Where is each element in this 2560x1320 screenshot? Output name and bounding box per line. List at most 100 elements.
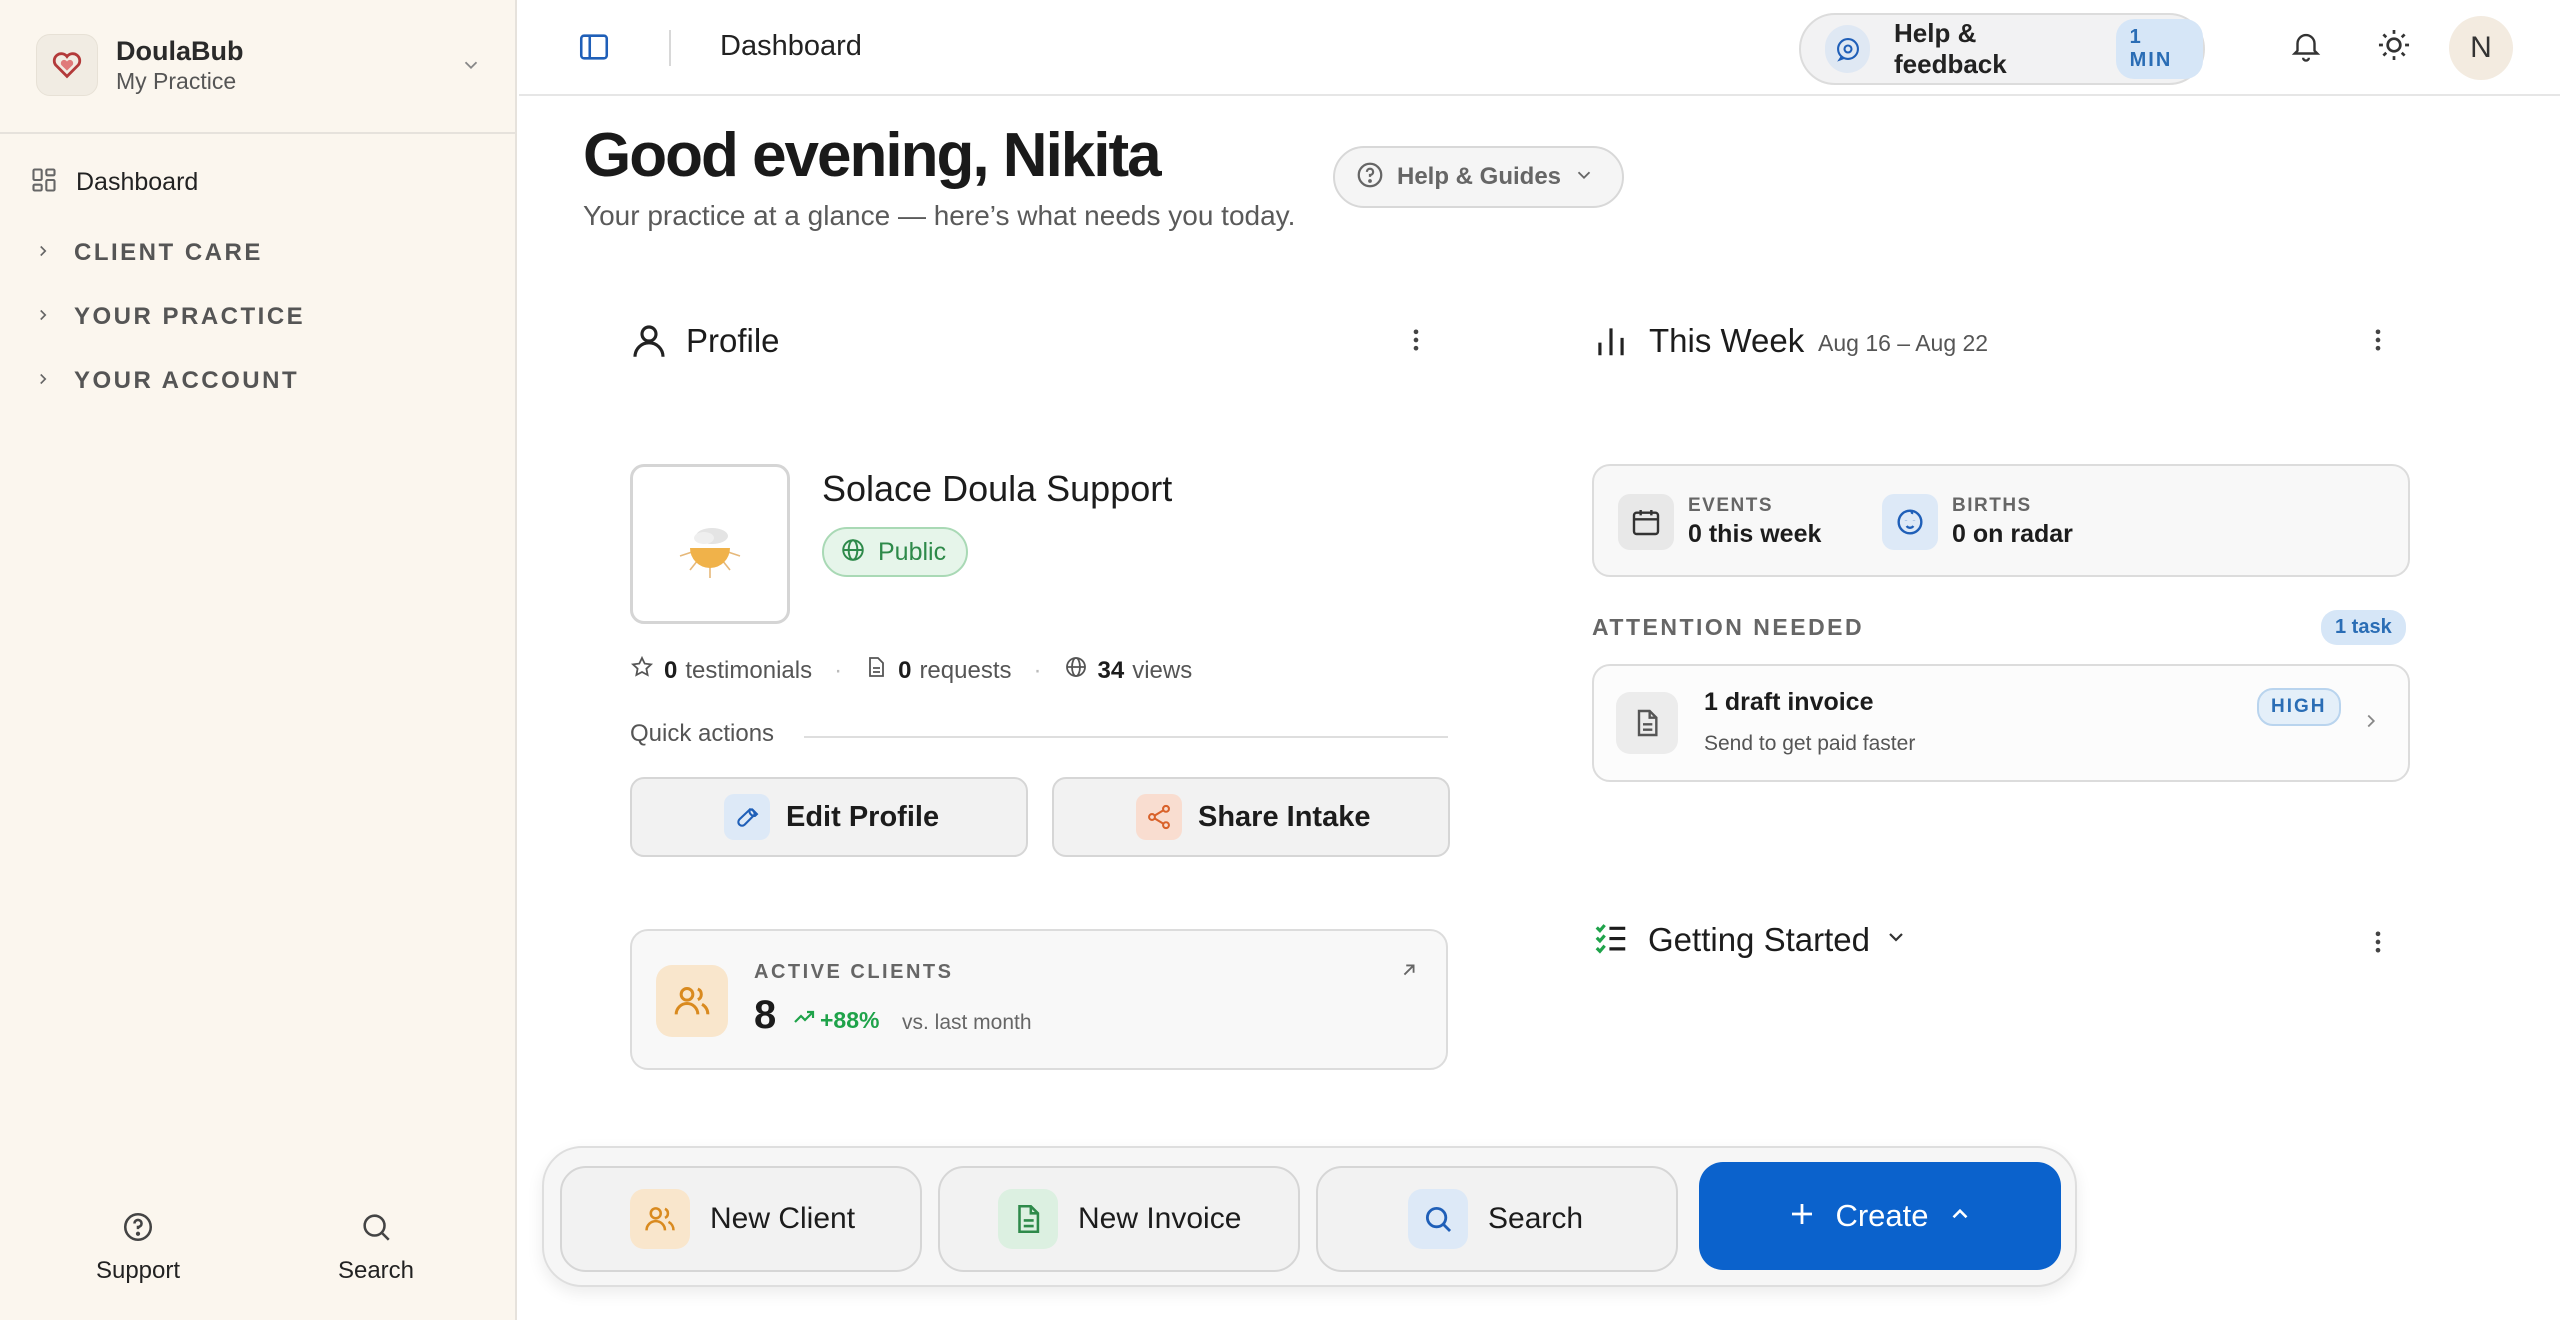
chevron-right-icon [34, 242, 52, 265]
week-summary: EVENTS 0 this week BIRTHS 0 on radar [1592, 464, 2410, 577]
sidebar-section-client-care[interactable]: CLIENT CARE [34, 233, 263, 273]
share-intake-button[interactable]: Share Intake [1052, 777, 1450, 857]
events-value: 0 this week [1688, 520, 1822, 548]
create-button[interactable]: Create [1699, 1162, 2061, 1270]
invoice-icon [998, 1189, 1058, 1249]
avatar[interactable]: N [2449, 16, 2513, 80]
search-icon [359, 1214, 393, 1248]
births-value: 0 on radar [1952, 520, 2073, 548]
quick-actions-divider [804, 736, 1448, 738]
help-guides-dropdown[interactable]: Help & Guides [1333, 146, 1624, 208]
visibility-badge[interactable]: Public [822, 527, 969, 577]
task-subtitle: Send to get paid faster [1704, 732, 1916, 755]
this-week-title: This Week [1649, 322, 1805, 359]
calendar-icon [1618, 494, 1674, 550]
document-icon [1616, 692, 1678, 754]
users-icon [630, 1189, 690, 1249]
topbar-divider [669, 30, 671, 66]
chat-help-icon [1825, 25, 1870, 73]
chevron-down-icon [1573, 164, 1595, 191]
new-invoice-label: New Invoice [1078, 1202, 1242, 1235]
this-week-more-icon[interactable] [2364, 322, 2392, 363]
task-count-badge: 1 task [2321, 610, 2406, 645]
profile-logo [630, 464, 790, 624]
chevron-right-icon [34, 306, 52, 329]
create-label: Create [1835, 1198, 1929, 1233]
views-count: 34 [1097, 656, 1125, 684]
chevron-right-icon [2360, 708, 2382, 739]
users-icon [656, 965, 728, 1037]
chevron-down-icon [1884, 925, 1908, 954]
support-label: Support [95, 1257, 181, 1284]
draft-invoice-task[interactable]: 1 draft invoice Send to get paid faster … [1592, 664, 2410, 782]
arrow-up-right-icon [1398, 959, 1420, 986]
active-clients-card[interactable]: ACTIVE CLIENTS 8 +88% vs. last month [630, 929, 1448, 1070]
star-icon [630, 655, 654, 686]
help-feedback-button[interactable]: Help & feedback 1 MIN [1799, 13, 2205, 85]
user-icon [628, 320, 670, 367]
page-title: Dashboard [720, 30, 862, 62]
edit-profile-label: Edit Profile [786, 800, 940, 833]
chevron-right-icon [34, 370, 52, 393]
active-clients-value: 8 [754, 993, 777, 1037]
visibility-label: Public [878, 537, 947, 566]
trend-indicator: +88% [792, 1005, 879, 1035]
sidebar-section-label: CLIENT CARE [74, 239, 263, 266]
getting-started-more-icon[interactable] [2364, 924, 2392, 965]
help-circle-icon [1355, 160, 1385, 195]
search-label: Search [337, 1257, 415, 1284]
dock-search-button[interactable]: Search [1316, 1166, 1678, 1272]
sidebar-section-your-account[interactable]: YOUR ACCOUNT [34, 361, 299, 401]
chevron-down-icon [460, 54, 482, 81]
brand-name: DoulaBub [116, 36, 244, 66]
help-circle-icon [121, 1212, 155, 1248]
quick-actions-label: Quick actions [630, 720, 775, 747]
quick-action-dock: New Client New Invoice Search Create [542, 1146, 2077, 1287]
dock-search-label: Search [1488, 1202, 1584, 1235]
requests-count: 0 [898, 656, 912, 684]
sidebar: DoulaBub My Practice Dashboard CLIENT CA… [0, 0, 517, 1320]
chevron-up-icon [1947, 1201, 1973, 1232]
getting-started-toggle[interactable]: Getting Started [1592, 918, 1908, 961]
profile-more-icon[interactable] [1402, 322, 1430, 363]
share-icon [1136, 794, 1182, 840]
sidebar-divider [0, 132, 517, 134]
wrench-icon [724, 794, 770, 840]
practice-switcher[interactable]: DoulaBub My Practice [36, 34, 482, 96]
attention-needed-label: ATTENTION NEEDED [1592, 614, 1865, 640]
document-icon [864, 655, 888, 686]
new-invoice-button[interactable]: New Invoice [938, 1166, 1300, 1272]
globe-icon [840, 537, 866, 568]
sidebar-toggle-icon[interactable] [577, 30, 611, 69]
brand-subtitle: My Practice [116, 68, 237, 94]
sunrise-logo-icon [679, 528, 741, 578]
search-icon [1408, 1189, 1468, 1249]
baby-icon [1882, 494, 1938, 550]
support-button[interactable]: Support [38, 1210, 238, 1285]
events-label: EVENTS [1688, 495, 1774, 516]
births-label: BIRTHS [1952, 495, 2032, 516]
new-client-button[interactable]: New Client [560, 1166, 922, 1272]
sun-icon[interactable] [2375, 26, 2413, 69]
sidebar-item-dashboard[interactable]: Dashboard [30, 162, 198, 202]
bar-chart-icon [1592, 320, 1630, 367]
trend-value: +88% [820, 1006, 880, 1033]
checklist-icon [1592, 918, 1630, 961]
profile-name: Solace Doula Support [822, 468, 1173, 509]
profile-card-title: Profile [686, 322, 780, 359]
trend-comparison: vs. last month [902, 1011, 1032, 1034]
bell-icon[interactable] [2289, 26, 2323, 69]
greeting-subtitle: Your practice at a glance — here’s what … [583, 200, 1296, 231]
births-summary[interactable]: BIRTHS 0 on radar [1882, 494, 2073, 550]
help-guides-label: Help & Guides [1397, 163, 1562, 190]
priority-badge: HIGH [2257, 688, 2341, 726]
week-range: Aug 16 – Aug 22 [1818, 330, 1989, 356]
edit-profile-button[interactable]: Edit Profile [630, 777, 1028, 857]
sidebar-section-your-practice[interactable]: YOUR PRACTICE [34, 297, 305, 337]
trending-up-icon [792, 1005, 816, 1035]
sidebar-search-button[interactable]: Search [276, 1210, 476, 1285]
task-title: 1 draft invoice [1704, 688, 1874, 716]
profile-stats: 0 testimonials · 0 requests · 34 views [630, 655, 1192, 686]
events-summary[interactable]: EVENTS 0 this week [1618, 494, 1821, 550]
top-bar: Dashboard Help & feedback 1 MIN N [519, 0, 2560, 96]
